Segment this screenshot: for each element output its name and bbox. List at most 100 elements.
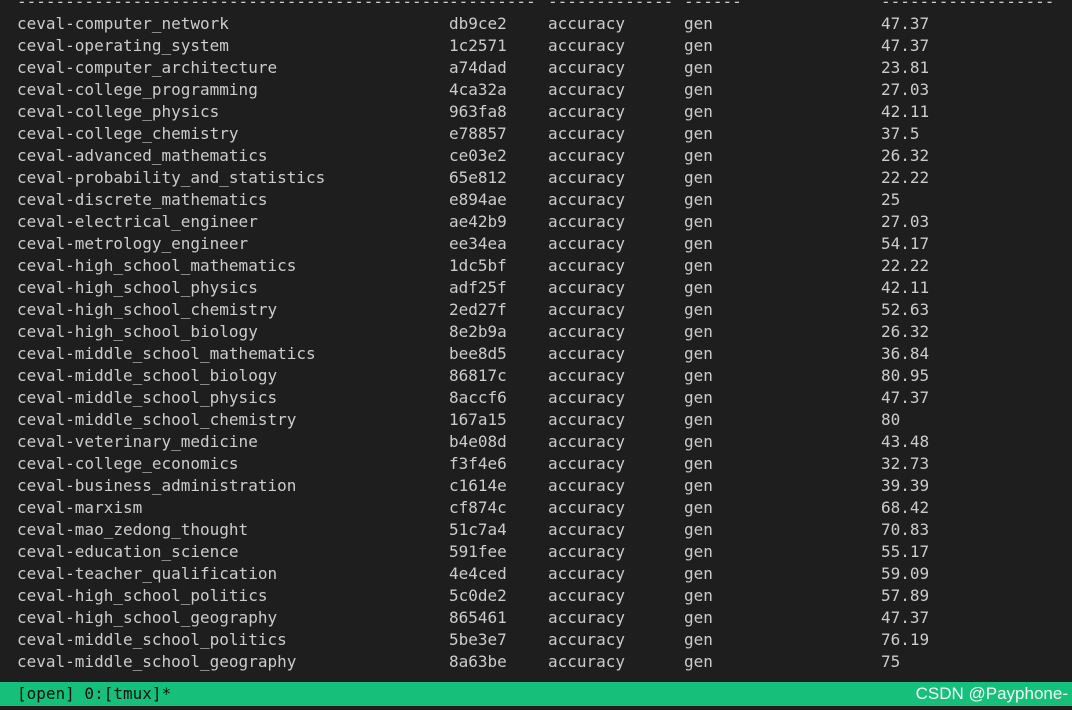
cell-version: db9ce2 [449, 14, 507, 33]
cell-metric: accuracy [548, 476, 626, 495]
table-row: ceval-operating_system 1c2571 accuracy gen 4… [0, 35, 1072, 57]
table-row: ceval-middle_school_geography 8a63be accur… [0, 651, 1072, 673]
cell-dataset: ----------------------------------------… [17, 0, 451, 11]
table-row: ceval-college_programming 4ca32a accuracy g… [0, 79, 1072, 101]
table-row: ceval-teacher_qualification 4e4ced accurac… [0, 563, 1072, 585]
cell-version: bee8d5 [449, 344, 507, 363]
cell-mode: gen [684, 432, 713, 451]
cell-version: --------- [449, 0, 536, 11]
cell-dataset: ceval-metrology_engineer [17, 234, 249, 253]
cell-metric: accuracy [548, 388, 626, 407]
table-row: ceval-discrete_mathematics e894ae accuracy… [0, 189, 1072, 211]
cell-version: 65e812 [449, 168, 507, 187]
table-row: ceval-high_school_chemistry 2ed27f accurac… [0, 299, 1072, 321]
cell-version: 591fee [449, 542, 507, 561]
cell-metric: accuracy [548, 630, 626, 649]
cell-mode: gen [684, 80, 713, 99]
cell-version: 8accf6 [449, 388, 507, 407]
table-row: ceval-mao_zedong_thought 51c7a4 accuracy ge… [0, 519, 1072, 541]
cell-mode: gen [684, 586, 713, 605]
cell-dataset: ceval-computer_architecture [17, 58, 278, 77]
cell-metric: accuracy [548, 432, 626, 451]
cell-mode: gen [684, 564, 713, 583]
table-row: ceval-high_school_physics adf25f accuracy g… [0, 277, 1072, 299]
cell-score: 57.89 [881, 586, 930, 605]
cell-dataset: ceval-mao_zedong_thought [17, 520, 249, 539]
cell-metric: accuracy [548, 366, 626, 385]
cell-score: 47.37 [881, 14, 930, 33]
cell-dataset: ceval-college_physics [17, 102, 220, 121]
cell-mode: gen [684, 344, 713, 363]
cell-score: 23.81 [881, 58, 930, 77]
cell-metric: accuracy [548, 58, 626, 77]
cell-metric: accuracy [548, 520, 626, 539]
cell-version: b4e08d [449, 432, 507, 451]
cell-mode: gen [684, 300, 713, 319]
cell-metric: ------------- [548, 0, 674, 11]
cell-metric: accuracy [548, 168, 626, 187]
table-row: ceval-computer_network db9ce2 accuracy gen 4… [0, 13, 1072, 35]
cell-score: 26.32 [881, 146, 930, 165]
cell-metric: accuracy [548, 542, 626, 561]
table-row: ceval-marxism cf874c accuracy gen 68.42 [0, 497, 1072, 519]
cell-version: 865461 [449, 608, 507, 627]
cell-metric: accuracy [548, 586, 626, 605]
cell-mode: gen [684, 410, 713, 429]
cell-dataset: ceval-middle_school_chemistry [17, 410, 297, 429]
cell-dataset: ceval-high_school_physics [17, 278, 258, 297]
cell-dataset: ceval-veterinary_medicine [17, 432, 258, 451]
cell-version: 963fa8 [449, 102, 507, 121]
cell-mode: gen [684, 608, 713, 627]
cell-version: 1c2571 [449, 36, 507, 55]
cell-score: 22.22 [881, 256, 930, 275]
table-row: ceval-high_school_biology 8e2b9a accuracy g… [0, 321, 1072, 343]
cell-metric: accuracy [548, 498, 626, 517]
cell-dataset: ceval-middle_school_geography [17, 652, 297, 671]
cell-score: 47.37 [881, 36, 930, 55]
cell-dataset: ceval-high_school_politics [17, 586, 268, 605]
cell-metric: accuracy [548, 256, 626, 275]
cell-dataset: ceval-middle_school_mathematics [17, 344, 316, 363]
cell-mode: gen [684, 124, 713, 143]
cell-version: 4ca32a [449, 80, 507, 99]
cell-version: c1614e [449, 476, 507, 495]
table-row: ceval-metrology_engineer ee34ea accuracy ge… [0, 233, 1072, 255]
cell-metric: accuracy [548, 410, 626, 429]
cell-dataset: ceval-business_administration [17, 476, 297, 495]
tmux-status-bar: [open] 0:[tmux]* CSDN @Payphone- [0, 682, 1072, 706]
cell-version: 8e2b9a [449, 322, 507, 341]
cell-dataset: ceval-operating_system [17, 36, 229, 55]
cell-version: e894ae [449, 190, 507, 209]
cell-mode: gen [684, 190, 713, 209]
cell-metric: accuracy [548, 146, 626, 165]
cell-score: 26.32 [881, 322, 930, 341]
cell-version: ce03e2 [449, 146, 507, 165]
table-row: ceval-advanced_mathematics ce03e2 accuracy… [0, 145, 1072, 167]
table-separator-row: ----------------------------------------… [0, 0, 1072, 13]
table-row: ceval-education_science 591fee accuracy gen… [0, 541, 1072, 563]
cell-metric: accuracy [548, 80, 626, 99]
cell-metric: accuracy [548, 190, 626, 209]
cell-dataset: ceval-high_school_biology [17, 322, 258, 341]
cell-mode: gen [684, 630, 713, 649]
cell-version: adf25f [449, 278, 507, 297]
cell-version: 51c7a4 [449, 520, 507, 539]
cell-metric: accuracy [548, 124, 626, 143]
cell-score: 27.03 [881, 80, 930, 99]
cell-score: 42.11 [881, 278, 930, 297]
csdn-watermark: CSDN @Payphone- [915, 684, 1068, 703]
cell-mode: gen [684, 366, 713, 385]
cell-mode: gen [684, 652, 713, 671]
table-row: ceval-college_physics 963fa8 accuracy gen 42… [0, 101, 1072, 123]
cell-mode: gen [684, 58, 713, 77]
cell-score: 59.09 [881, 564, 930, 583]
cell-metric: accuracy [548, 608, 626, 627]
cell-metric: accuracy [548, 234, 626, 253]
cell-dataset: ceval-discrete_mathematics [17, 190, 268, 209]
table-row: ceval-high_school_mathematics 1dc5bf accur… [0, 255, 1072, 277]
cell-mode: gen [684, 102, 713, 121]
table-row: ceval-middle_school_chemistry 167a15 accur… [0, 409, 1072, 431]
table-row: ceval-middle_school_biology 86817c accurac… [0, 365, 1072, 387]
cell-dataset: ceval-middle_school_politics [17, 630, 287, 649]
cell-dataset: ceval-middle_school_physics [17, 388, 278, 407]
